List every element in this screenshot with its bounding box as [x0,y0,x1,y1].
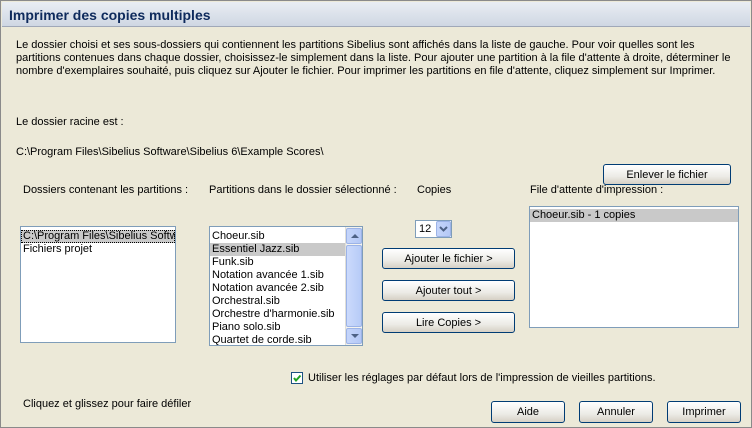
scroll-down-button[interactable] [346,328,362,344]
scores-list[interactable]: Choeur.sib Essentiel Jazz.sib Funk.sib N… [209,226,363,346]
score-item[interactable]: Notation avancée 2.sib [210,282,346,295]
add-all-button[interactable]: Ajouter tout > [382,280,515,301]
dialog-window: Imprimer des copies multiples Le dossier… [0,0,752,428]
help-button[interactable]: Aide [491,401,565,423]
copies-label: Copies [417,184,452,196]
chevron-down-icon [351,334,359,338]
print-queue-list[interactable]: Choeur.sib - 1 copies [529,206,739,328]
root-folder-label: Le dossier racine est : [16,116,124,128]
score-item[interactable]: Piano solo.sib [210,321,346,334]
score-item[interactable]: Choeur.sib [210,230,346,243]
scroll-up-button[interactable] [346,228,362,244]
score-item[interactable]: Notation avancée 1.sib [210,269,346,282]
scroll-thumb[interactable] [346,245,362,327]
print-button[interactable]: Imprimer [667,401,741,423]
scroll-hint: Cliquez et glissez pour faire défiler [23,398,192,410]
folder-item[interactable]: C:\Program Files\Sibelius Softw [21,230,175,243]
score-item[interactable]: Funk.sib [210,256,346,269]
default-settings-label[interactable]: Utiliser les réglages par défaut lors de… [308,372,656,384]
chevron-down-icon [439,226,448,232]
scores-label: Partitions dans le dossier sélectionné : [209,184,397,196]
add-file-button[interactable]: Ajouter le fichier > [382,248,515,269]
folders-list[interactable]: C:\Program Files\Sibelius Softw Fichiers… [20,226,176,343]
folder-item[interactable]: Fichiers projet [21,243,175,256]
read-copies-button[interactable]: Lire Copies > [382,312,515,333]
score-item[interactable]: Orchestral.sib [210,295,346,308]
queue-label: File d'attente d'impression : [530,184,664,196]
score-item[interactable]: Quartet de corde.sib [210,334,346,345]
cancel-button[interactable]: Annuler [579,401,653,423]
copies-select[interactable]: 12 [415,220,452,238]
queue-item[interactable]: Choeur.sib - 1 copies [530,209,738,222]
score-item[interactable]: Essentiel Jazz.sib [210,243,346,256]
remove-file-button[interactable]: Enlever le fichier [603,164,731,185]
root-folder-path: C:\Program Files\Sibelius Software\Sibel… [16,146,324,158]
folders-label: Dossiers contenant les partitions : [23,184,189,196]
title-bar: Imprimer des copies multiples [2,2,750,27]
default-settings-checkbox[interactable] [291,372,303,384]
chevron-up-icon [351,234,359,238]
score-item[interactable]: Orchestre d'harmonie.sib [210,308,346,321]
checkmark-icon [293,374,302,383]
dialog-title: Imprimer des copies multiples [9,7,211,23]
scores-scrollbar[interactable] [345,227,362,345]
instructions-text: Le dossier choisi et ses sous-dossiers q… [16,39,731,77]
copies-value: 12 [419,223,432,235]
copies-dropdown-button[interactable] [436,221,451,237]
